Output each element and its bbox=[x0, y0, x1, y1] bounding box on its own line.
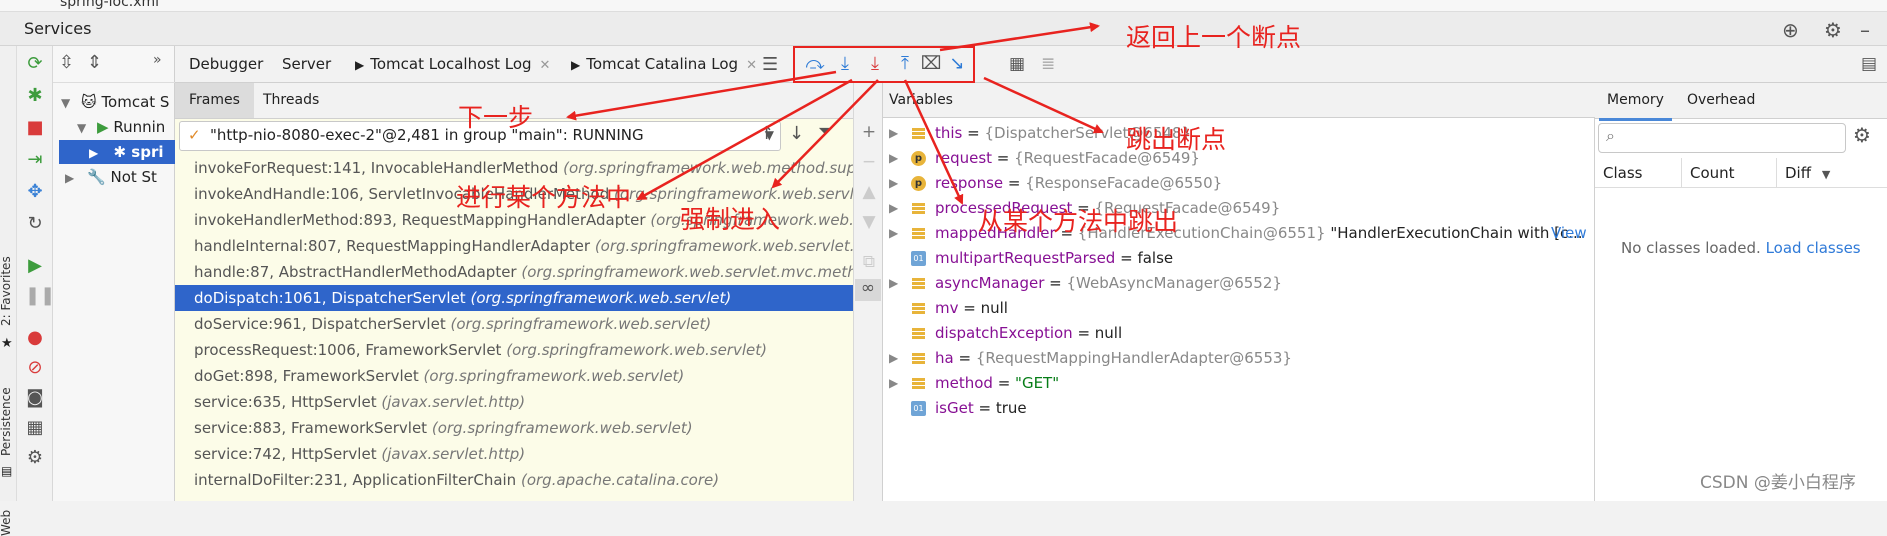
web-tab[interactable]: Web bbox=[0, 510, 13, 536]
annotation-force-into: 强制进入 bbox=[680, 205, 781, 234]
annotation-arrows bbox=[566, 22, 1104, 205]
arrow-step-out bbox=[903, 79, 964, 205]
annotation-exit-breakpoint: 跳出断点 bbox=[1126, 125, 1227, 154]
annotation-step-out: 从某个方法中跳出 bbox=[978, 207, 1179, 236]
arrow-exit-breakpoint bbox=[983, 76, 1104, 134]
watermark: CSDN @姜小白程序 bbox=[1700, 473, 1856, 493]
annotation-next-step: 下一步 bbox=[458, 103, 534, 132]
annotation-step-into: 进行某个方法中 bbox=[456, 183, 632, 212]
arrow-return-prev bbox=[939, 22, 1100, 52]
annotation-return-prev: 返回上一个断点 bbox=[1126, 23, 1302, 52]
